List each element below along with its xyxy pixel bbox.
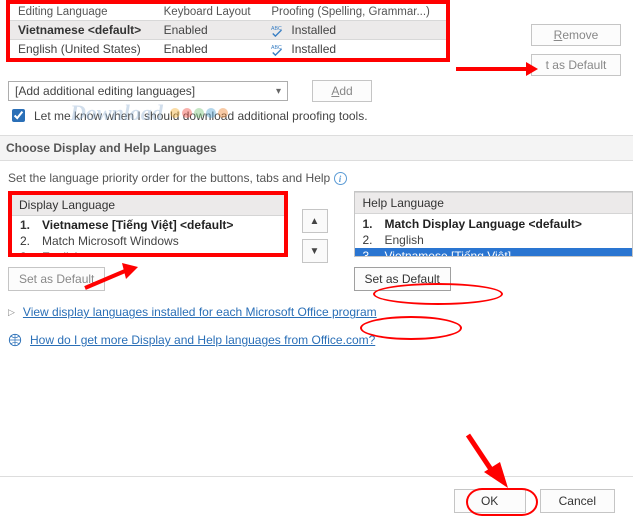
cell-kb: Enabled: [156, 40, 264, 59]
col-proofing: Proofing (Spelling, Grammar...): [263, 4, 446, 21]
cell-proof: ABC Installed: [263, 40, 446, 59]
cell-lang: Vietnamese <default>: [10, 21, 156, 40]
cell-kb: Enabled: [156, 21, 264, 40]
watermark: Download: [70, 100, 228, 126]
expand-icon[interactable]: ▷: [8, 307, 15, 318]
table-row[interactable]: Vietnamese <default> Enabled ABC Install…: [10, 21, 446, 40]
add-language-dropdown[interactable]: [Add additional editing languages] ▾: [8, 81, 288, 101]
display-language-title: Display Language: [11, 194, 285, 216]
spellcheck-icon: ABC: [271, 42, 285, 56]
table-row[interactable]: English (United States) Enabled ABC Inst…: [10, 40, 446, 59]
info-icon[interactable]: i: [334, 172, 347, 185]
annotation-ellipse: [360, 316, 462, 340]
spellcheck-icon: ABC: [271, 23, 285, 37]
dot-icon: [182, 108, 192, 118]
download-proofing-checkbox[interactable]: [12, 109, 25, 122]
annotation-ellipse: [466, 488, 538, 516]
dot-icon: [218, 108, 228, 118]
remove-button[interactable]: Remove: [531, 24, 621, 46]
more-languages-link[interactable]: How do I get more Display and Help langu…: [30, 333, 375, 347]
move-down-button[interactable]: ▼: [302, 239, 328, 263]
dot-icon: [170, 108, 180, 118]
list-item[interactable]: 2.Match Microsoft Windows: [20, 233, 276, 249]
annotation-ellipse: [373, 283, 503, 305]
annotation-arrow-icon: [460, 430, 510, 490]
col-editing-language: Editing Language: [10, 4, 156, 21]
dot-icon: [206, 108, 216, 118]
list-item[interactable]: 1.Vietnamese [Tiếng Việt] <default>: [20, 217, 276, 233]
col-keyboard-layout: Keyboard Layout: [156, 4, 264, 21]
section-header: Choose Display and Help Languages: [0, 135, 633, 161]
help-language-listbox[interactable]: Help Language 1.Match Display Language <…: [354, 191, 633, 257]
move-up-button[interactable]: ▲: [302, 209, 328, 233]
list-item[interactable]: 1.Match Display Language <default>: [363, 216, 625, 232]
priority-text: Set the language priority order for the …: [8, 171, 330, 185]
cancel-button[interactable]: Cancel: [540, 489, 615, 513]
display-language-listbox[interactable]: Display Language 1.Vietnamese [Tiếng Việ…: [8, 191, 288, 257]
dot-icon: [194, 108, 204, 118]
list-item[interactable]: 3.English: [20, 249, 276, 257]
view-display-languages-link[interactable]: View display languages installed for eac…: [23, 305, 377, 319]
table-header-row: Editing Language Keyboard Layout Proofin…: [10, 4, 446, 21]
editing-language-table[interactable]: Editing Language Keyboard Layout Proofin…: [6, 0, 450, 62]
dropdown-label: [Add additional editing languages]: [15, 84, 195, 98]
chevron-down-icon: ▾: [276, 86, 281, 97]
set-as-default-button[interactable]: t as Default: [531, 54, 621, 76]
globe-icon: [8, 333, 22, 347]
help-language-title: Help Language: [355, 192, 633, 214]
list-item[interactable]: 3.Vietnamese [Tiếng Việt]: [355, 248, 633, 257]
list-item[interactable]: 2.English: [363, 232, 625, 248]
cell-lang: English (United States): [10, 40, 156, 59]
cell-proof: ABC Installed: [263, 21, 446, 40]
set-as-default-display-button[interactable]: Set as Default: [8, 267, 105, 291]
add-button[interactable]: Add: [312, 80, 372, 102]
